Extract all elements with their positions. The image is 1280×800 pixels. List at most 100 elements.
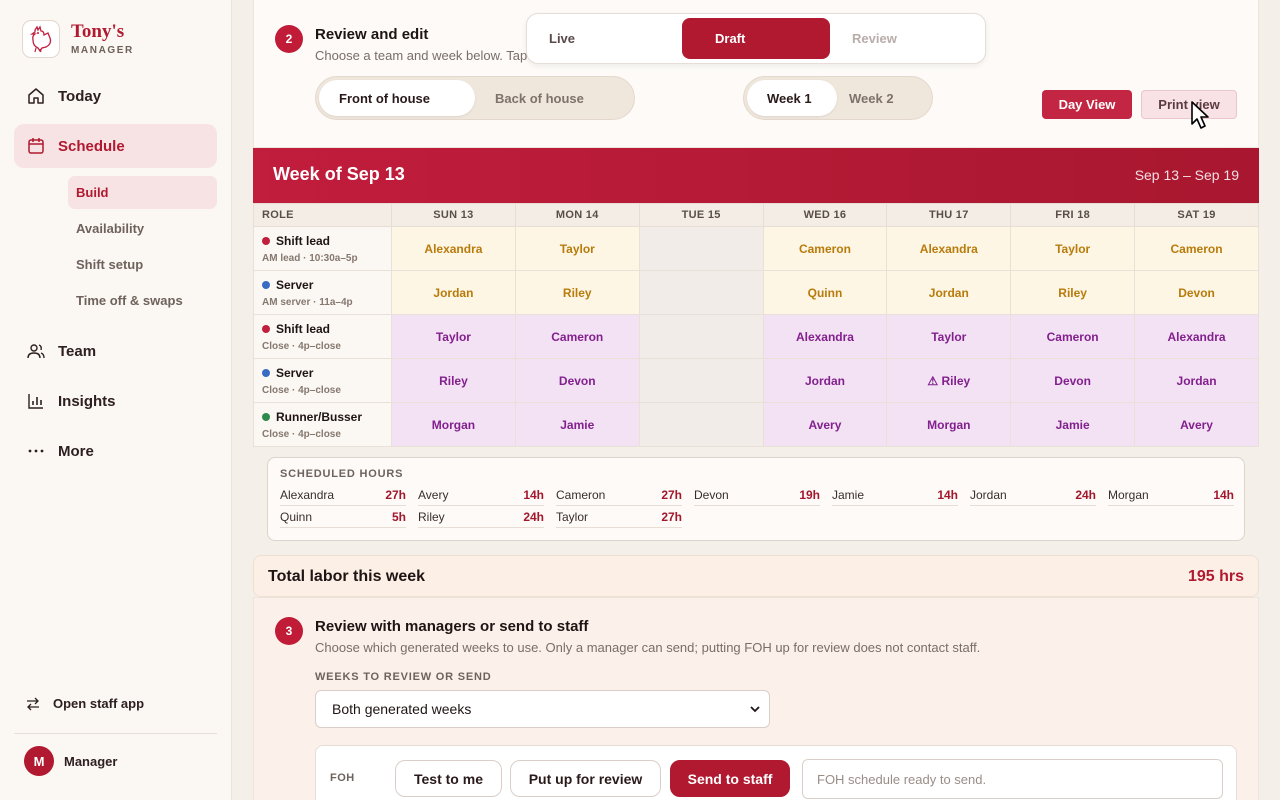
- shift-cell[interactable]: Alexandra: [391, 226, 516, 271]
- shift-cell[interactable]: Jamie: [1010, 402, 1136, 447]
- closed-day-cell: [638, 314, 764, 359]
- column-header-day: THU 17: [886, 203, 1012, 227]
- nav-more[interactable]: More: [14, 429, 217, 473]
- foh-send-row: FOH Test to me Put up for review Send to…: [315, 745, 1237, 800]
- nav-team[interactable]: Team: [14, 329, 217, 373]
- week-2-tab[interactable]: Week 2: [837, 80, 927, 116]
- role-cell: Runner/Busser Close · 4p–close: [253, 402, 392, 447]
- shift-cell[interactable]: Riley: [1010, 270, 1136, 315]
- hours-item: Devon 19h: [694, 485, 820, 506]
- ellipsis-icon: [28, 449, 44, 453]
- hours-employee-name: Jordan: [970, 488, 1007, 502]
- shift-cell[interactable]: Cameron: [762, 226, 888, 271]
- shift-cell[interactable]: Alexandra: [886, 226, 1012, 271]
- role-color-dot: [262, 280, 270, 289]
- shift-cell[interactable]: Avery: [1134, 402, 1259, 447]
- shift-cell[interactable]: Jordan: [1134, 358, 1259, 403]
- shift-cell[interactable]: Taylor: [514, 226, 640, 271]
- shift-cell[interactable]: Alexandra: [1134, 314, 1259, 359]
- shift-cell[interactable]: Taylor: [886, 314, 1012, 359]
- put-up-for-review-button[interactable]: Put up for review: [510, 760, 661, 797]
- hours-value: 24h: [1075, 488, 1096, 502]
- brand[interactable]: Tony's MANAGER: [22, 20, 134, 58]
- role-color-dot: [262, 324, 270, 333]
- team-front-of-house[interactable]: Front of house: [319, 80, 475, 116]
- shift-cell[interactable]: Riley: [514, 270, 640, 315]
- nav-schedule-label: Schedule: [58, 137, 125, 155]
- hours-item: Quinn 5h: [280, 507, 406, 528]
- home-icon: [28, 88, 44, 104]
- manager-label: Manager: [64, 753, 118, 769]
- hours-value: 27h: [661, 510, 682, 524]
- print-view-button[interactable]: Print view: [1141, 90, 1237, 119]
- weeks-field-label: WEEKS TO REVIEW OR SEND: [315, 671, 492, 683]
- test-to-me-button[interactable]: Test to me: [395, 760, 502, 797]
- tab-live[interactable]: Live: [527, 18, 675, 59]
- weeks-select[interactable]: Both generated weeks: [315, 690, 770, 728]
- shift-cell[interactable]: Morgan: [391, 402, 516, 447]
- shift-cell[interactable]: Cameron: [1010, 314, 1136, 359]
- shift-cell[interactable]: Cameron: [514, 314, 640, 359]
- total-labor-bar: Total labor this week 195 hrs: [253, 555, 1259, 597]
- hours-item: Alexandra 27h: [280, 485, 406, 506]
- sub-item-availability[interactable]: Availability: [68, 212, 217, 245]
- shift-cell[interactable]: Riley: [391, 358, 516, 403]
- hours-employee-name: Devon: [694, 488, 729, 502]
- week-1-tab[interactable]: Week 1: [747, 80, 837, 116]
- sidebar: Tony's MANAGER Today Schedule Build Avai…: [0, 0, 232, 800]
- shift-cell[interactable]: Jordan: [391, 270, 516, 315]
- closed-day-cell: [638, 358, 764, 403]
- hours-employee-name: Avery: [418, 488, 449, 502]
- role-shift-time: AM lead · 10:30a–5p: [262, 252, 358, 264]
- tab-review[interactable]: Review: [830, 18, 978, 59]
- sub-item-time-off[interactable]: Time off & swaps: [68, 284, 217, 317]
- shift-cell[interactable]: Cameron: [1134, 226, 1259, 271]
- shift-cell[interactable]: Devon: [1134, 270, 1259, 315]
- shift-cell[interactable]: Jamie: [514, 402, 640, 447]
- role-cell: Server AM server · 11a–4p: [253, 270, 392, 315]
- shift-cell[interactable]: Jordan: [886, 270, 1012, 315]
- day-view-button[interactable]: Day View: [1042, 90, 1132, 119]
- status-tabs: Live Draft Review: [526, 13, 986, 64]
- hours-item: Morgan 14h: [1108, 485, 1234, 506]
- shift-cell[interactable]: Morgan: [886, 402, 1012, 447]
- nav-schedule[interactable]: Schedule: [14, 124, 217, 168]
- manager-profile[interactable]: M Manager: [24, 746, 117, 776]
- role-color-dot: [262, 412, 270, 421]
- column-header-day: SAT 19: [1134, 203, 1259, 227]
- foh-message-input[interactable]: FOH schedule ready to send.: [802, 759, 1223, 799]
- step-3-badge: 3: [275, 617, 303, 645]
- role-shift-time: Close · 4p–close: [262, 428, 341, 440]
- team-back-of-house[interactable]: Back of house: [475, 80, 631, 116]
- shift-cell[interactable]: Alexandra: [762, 314, 888, 359]
- hours-item: Riley 24h: [418, 507, 544, 528]
- role-cell: Server Close · 4p–close: [253, 358, 392, 403]
- tab-draft[interactable]: Draft: [682, 18, 830, 59]
- send-to-staff-button[interactable]: Send to staff: [670, 760, 790, 797]
- shift-cell[interactable]: Avery: [762, 402, 888, 447]
- role-shift-time: AM server · 11a–4p: [262, 296, 353, 308]
- bar-chart-icon: [28, 394, 43, 409]
- nav-insights[interactable]: Insights: [14, 379, 217, 423]
- role-shift-time: Close · 4p–close: [262, 340, 341, 352]
- hours-value: 27h: [661, 488, 682, 502]
- shift-cell[interactable]: Quinn: [762, 270, 888, 315]
- chevron-down-icon: [750, 706, 760, 713]
- sub-item-shift-setup[interactable]: Shift setup: [68, 248, 217, 281]
- shift-cell[interactable]: Jordan: [762, 358, 888, 403]
- shift-cell[interactable]: Devon: [514, 358, 640, 403]
- role-cell: Shift lead AM lead · 10:30a–5p: [253, 226, 392, 271]
- shift-cell[interactable]: Taylor: [1010, 226, 1136, 271]
- sub-item-build[interactable]: Build: [68, 176, 217, 209]
- scheduled-hours-title: SCHEDULED HOURS: [280, 468, 404, 480]
- hours-item: Avery 14h: [418, 485, 544, 506]
- step-2-title: Review and edit: [315, 26, 429, 43]
- nav-today[interactable]: Today: [14, 74, 217, 118]
- shift-cell[interactable]: Devon: [1010, 358, 1136, 403]
- hours-value: 5h: [391, 510, 406, 524]
- open-staff-app-link[interactable]: Open staff app: [26, 696, 144, 711]
- hours-value: 24h: [523, 510, 544, 524]
- shift-cell[interactable]: Taylor: [391, 314, 516, 359]
- shift-cell[interactable]: ⚠ Riley: [886, 358, 1012, 403]
- table-row: Shift lead Close · 4p–close Taylor Cameron A…: [253, 314, 1259, 359]
